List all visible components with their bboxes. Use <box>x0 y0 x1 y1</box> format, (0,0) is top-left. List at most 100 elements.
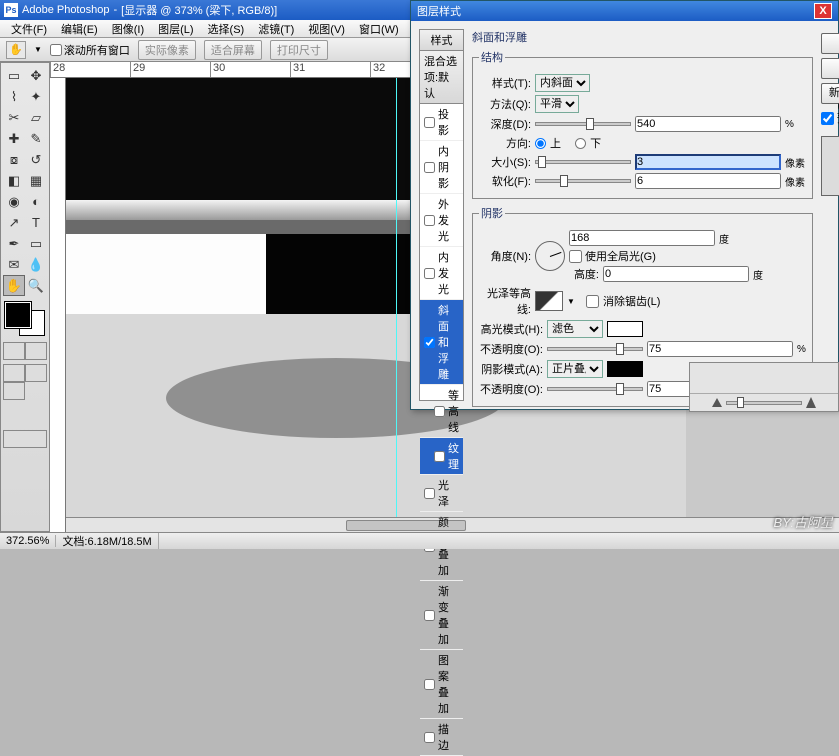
gloss-contour-picker[interactable] <box>535 291 563 311</box>
size-slider[interactable] <box>535 160 631 164</box>
soften-input[interactable] <box>635 173 781 189</box>
tool-brush[interactable]: ✎ <box>25 128 47 149</box>
highlight-mode-select[interactable]: 滤色 <box>547 320 603 338</box>
menu-filter[interactable]: 滤镜(T) <box>251 21 301 37</box>
print-size-button[interactable]: 打印尺寸 <box>270 40 328 60</box>
jump-to-row[interactable] <box>3 430 47 448</box>
color-swatches[interactable] <box>3 300 47 338</box>
global-light-checkbox[interactable] <box>569 250 582 263</box>
style-checkbox[interactable] <box>424 215 435 226</box>
style-row-11[interactable]: 描边 <box>420 719 463 756</box>
style-label: 投影 <box>438 106 459 138</box>
menu-window[interactable]: 窗口(W) <box>352 21 406 37</box>
tool-history[interactable]: ↺ <box>25 149 47 170</box>
tool-slice[interactable]: ▱ <box>25 107 47 128</box>
tool-lasso[interactable]: ⌇ <box>3 86 25 107</box>
guide-line[interactable] <box>396 78 397 532</box>
shadow-color[interactable] <box>607 361 643 377</box>
style-checkbox[interactable] <box>424 337 435 348</box>
tool-eyedrop[interactable]: 💧 <box>25 254 47 275</box>
blend-options-header[interactable]: 混合选项:默认 <box>420 51 463 104</box>
styles-header[interactable]: 样式 <box>420 30 463 51</box>
scroll-all-checkbox[interactable]: 滚动所有窗口 <box>50 42 130 58</box>
tool-stamp[interactable]: ⧇ <box>3 149 25 170</box>
style-checkbox[interactable] <box>424 268 435 279</box>
highlight-color[interactable] <box>607 321 643 337</box>
ok-button[interactable]: 确定 <box>821 33 839 54</box>
size-input[interactable] <box>635 154 781 170</box>
tool-wand[interactable]: ✦ <box>25 86 47 107</box>
zoom-slider[interactable] <box>726 401 802 405</box>
menu-edit[interactable]: 编辑(E) <box>54 21 105 37</box>
soften-slider[interactable] <box>535 179 631 183</box>
cancel-button[interactable]: 取消 <box>821 58 839 79</box>
style-select[interactable]: 内斜面 <box>535 74 590 92</box>
highlight-opacity-input[interactable] <box>647 341 793 357</box>
style-checkbox[interactable] <box>424 610 435 621</box>
tool-heal[interactable]: ✚ <box>3 128 25 149</box>
depth-slider[interactable] <box>535 122 631 126</box>
tool-blur[interactable]: ◉ <box>3 191 25 212</box>
style-row-3[interactable]: 内发光 <box>420 247 463 300</box>
preview-checkbox[interactable] <box>821 112 834 125</box>
bevel-settings: 斜面和浮雕 结构 样式(T):内斜面 方法(Q):平滑 深度(D):% 方向:上… <box>472 29 813 401</box>
shadow-opacity-slider[interactable] <box>547 387 643 391</box>
angle-input[interactable] <box>569 230 715 246</box>
dialog-titlebar[interactable]: 图层样式 X <box>411 1 838 21</box>
altitude-input[interactable] <box>603 266 749 282</box>
depth-input[interactable] <box>635 116 781 132</box>
fit-screen-button[interactable]: 适合屏幕 <box>204 40 262 60</box>
style-checkbox[interactable] <box>434 451 445 462</box>
menu-select[interactable]: 选择(S) <box>201 21 252 37</box>
style-row-4[interactable]: 斜面和浮雕 <box>420 300 463 385</box>
dir-up-radio[interactable] <box>535 138 546 149</box>
tool-path[interactable]: ↗ <box>3 212 25 233</box>
tool-dodge[interactable]: ◐ <box>25 191 47 212</box>
tool-pen[interactable]: ✒ <box>3 233 25 254</box>
new-style-button[interactable]: 新建样式(W)... <box>821 83 839 104</box>
menu-view[interactable]: 视图(V) <box>301 21 352 37</box>
tool-notes[interactable]: ✉ <box>3 254 25 275</box>
tool-move[interactable]: ✥ <box>25 65 47 86</box>
technique-select[interactable]: 平滑 <box>535 95 579 113</box>
zoom-out-icon[interactable] <box>712 398 722 407</box>
tool-crop[interactable]: ✂ <box>3 107 25 128</box>
style-checkbox[interactable] <box>424 117 435 128</box>
zoom-in-icon[interactable] <box>806 397 816 408</box>
style-row-2[interactable]: 外发光 <box>420 194 463 247</box>
style-row-10[interactable]: 图案叠加 <box>420 650 463 719</box>
actual-pixels-button[interactable]: 实际像素 <box>138 40 196 60</box>
style-checkbox[interactable] <box>424 732 435 743</box>
style-checkbox[interactable] <box>424 162 435 173</box>
style-row-5[interactable]: 等高线 <box>420 385 463 438</box>
screenmode-row[interactable] <box>3 364 47 400</box>
antialias-checkbox[interactable] <box>586 295 599 308</box>
angle-dial[interactable] <box>535 241 565 271</box>
tool-shape[interactable]: ▭ <box>25 233 47 254</box>
tool-hand[interactable]: ✋ <box>3 275 25 296</box>
menu-image[interactable]: 图像(I) <box>105 21 151 37</box>
menu-file[interactable]: 文件(F) <box>4 21 54 37</box>
style-checkbox[interactable] <box>424 679 435 690</box>
style-checkbox[interactable] <box>434 406 445 417</box>
style-row-7[interactable]: 光泽 <box>420 475 463 512</box>
tool-zoom[interactable]: 🔍 <box>25 275 47 296</box>
style-row-6[interactable]: 纹理 <box>420 438 463 475</box>
tool-gradient[interactable]: ▦ <box>25 170 47 191</box>
tool-marquee[interactable]: ▭ <box>3 65 25 86</box>
dialog-close-button[interactable]: X <box>814 3 832 19</box>
quickmask-row[interactable] <box>3 342 47 360</box>
style-checkbox[interactable] <box>424 488 435 499</box>
style-row-1[interactable]: 内阴影 <box>420 141 463 194</box>
dir-down-radio[interactable] <box>575 138 586 149</box>
highlight-opacity-slider[interactable] <box>547 347 643 351</box>
menu-layer[interactable]: 图层(L) <box>151 21 200 37</box>
tool-type[interactable]: T <box>25 212 47 233</box>
shadow-mode-select[interactable]: 正片叠底 <box>547 360 603 378</box>
structure-legend: 结构 <box>479 49 505 65</box>
tool-eraser[interactable]: ◧ <box>3 170 25 191</box>
zoom-level[interactable]: 372.56% <box>0 535 56 547</box>
style-row-9[interactable]: 渐变叠加 <box>420 581 463 650</box>
tool-indicator-hand[interactable]: ✋ <box>6 41 26 59</box>
style-row-0[interactable]: 投影 <box>420 104 463 141</box>
